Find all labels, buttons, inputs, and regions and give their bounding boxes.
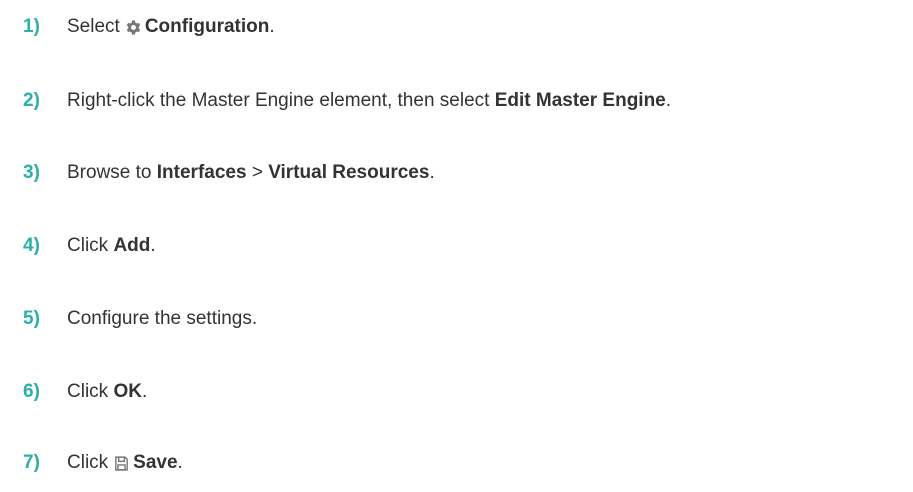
step-text: Click OK . xyxy=(67,377,147,407)
save-label: Save xyxy=(133,452,178,473)
step-text-before: Click xyxy=(67,381,114,402)
ok-label: OK xyxy=(113,381,142,402)
step-number: 2) xyxy=(23,90,40,111)
step-text-after: . xyxy=(177,452,183,473)
save-icon xyxy=(113,455,130,472)
step-6: 6) Click OK . xyxy=(23,377,147,407)
step-number: 3) xyxy=(23,162,40,183)
virtual-resources-label: Virtual Resources xyxy=(268,162,430,183)
edit-master-engine-label: Edit Master Engine xyxy=(494,90,666,111)
step-3: 3) Browse to Interfaces > Virtual Resour… xyxy=(23,158,435,188)
step-text-after: . xyxy=(429,162,435,183)
step-text: Browse to Interfaces > Virtual Resources… xyxy=(67,158,435,188)
step-number: 1) xyxy=(23,16,40,37)
step-text-after: . xyxy=(150,235,156,256)
step-text-before: Click xyxy=(67,235,114,256)
step-text-before: Right-click the Master Engine element, t… xyxy=(67,90,495,111)
configuration-label: Configuration xyxy=(144,16,270,37)
step-text: Right-click the Master Engine element, t… xyxy=(67,86,671,116)
interfaces-label: Interfaces xyxy=(156,162,247,183)
step-4: 4) Click Add . xyxy=(23,231,156,261)
step-text-before: Browse to xyxy=(67,162,157,183)
step-number: 6) xyxy=(23,381,40,402)
step-2: 2) Right-click the Master Engine element… xyxy=(23,86,671,116)
gear-icon xyxy=(125,19,142,36)
add-label: Add xyxy=(113,235,151,256)
breadcrumb-separator: > xyxy=(246,162,269,183)
step-text-before: Click xyxy=(67,452,109,473)
step-text: Click Save . xyxy=(67,448,183,478)
step-number: 4) xyxy=(23,235,40,256)
step-text-before: Select xyxy=(67,16,120,37)
step-7: 7) Click Save . xyxy=(23,448,183,478)
step-5: 5) Configure the settings. xyxy=(23,304,257,334)
step-text: Configure the settings. xyxy=(67,308,258,329)
step-text: Select Configuration . xyxy=(67,12,275,42)
step-text-after: . xyxy=(665,90,672,111)
step-number: 7) xyxy=(23,452,40,473)
step-text-after: . xyxy=(269,16,275,37)
step-text: Click Add . xyxy=(67,231,156,261)
procedure-steps: 1) Select Configuration . 2) Right-click… xyxy=(0,0,913,492)
step-1: 1) Select Configuration . xyxy=(23,12,275,42)
step-number: 5) xyxy=(23,308,40,329)
step-text-after: . xyxy=(141,381,148,402)
